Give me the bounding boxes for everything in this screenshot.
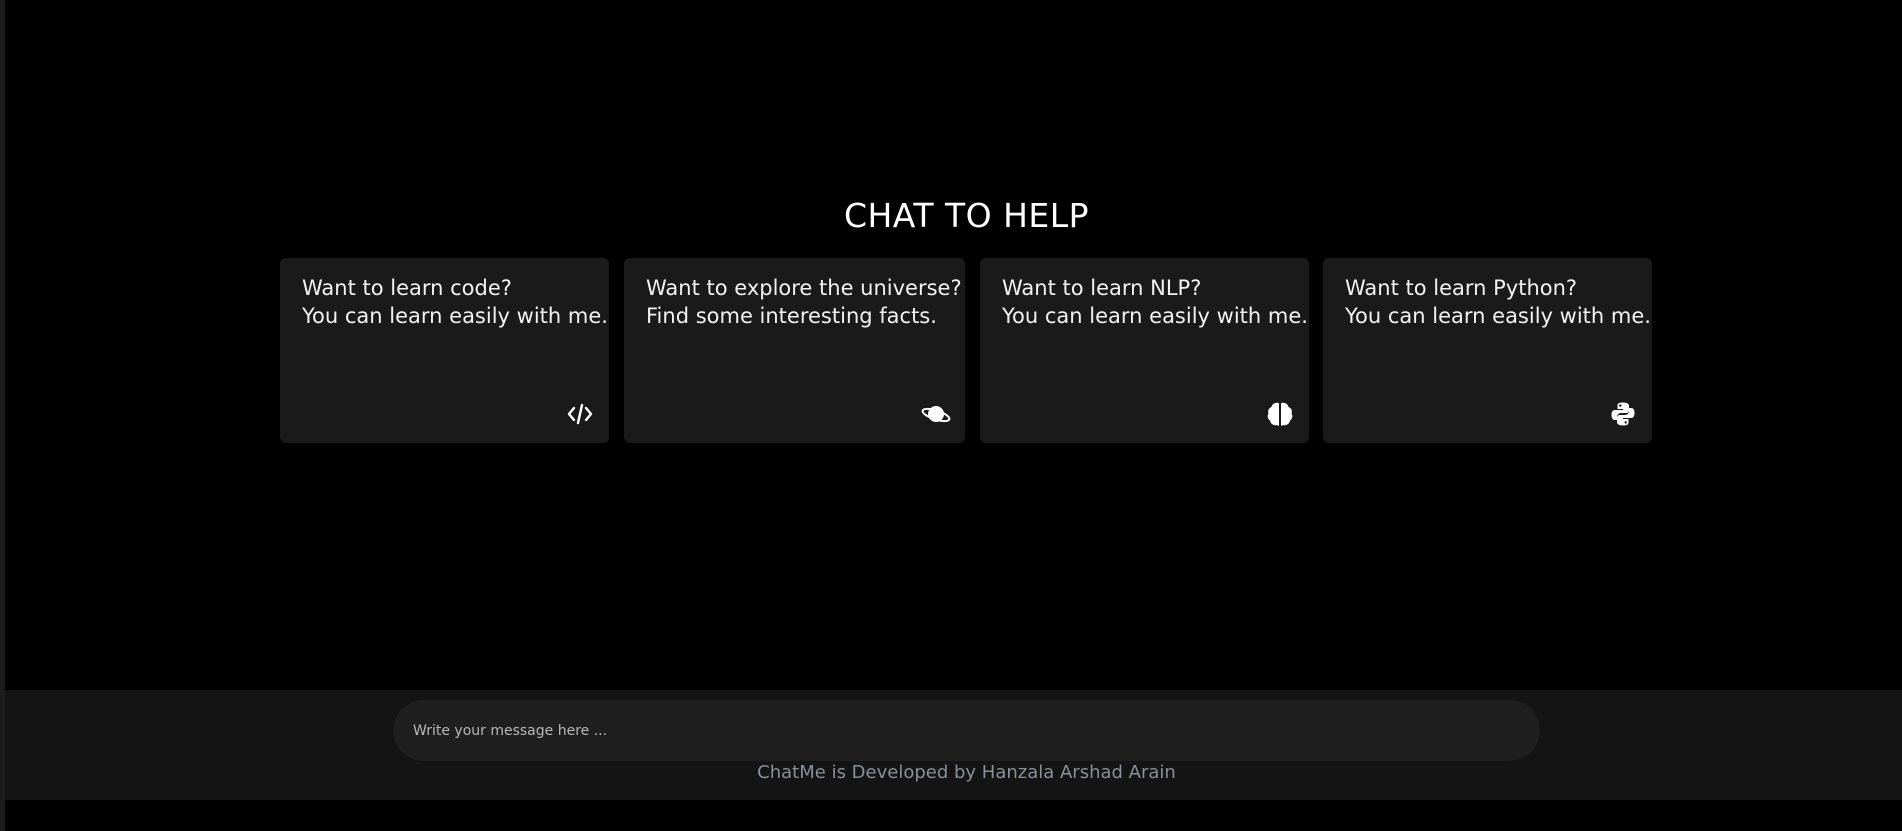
card-subtitle: You can learn easily with me. xyxy=(1002,304,1308,328)
card-question: Want to explore the universe? xyxy=(646,276,962,300)
suggestion-card-python[interactable]: Want to learn Python? You can learn easi… xyxy=(1323,258,1652,443)
main-area: CHAT TO HELP Want to learn code? You can… xyxy=(5,0,1902,690)
planet-icon xyxy=(921,400,951,428)
card-question: Want to learn Python? xyxy=(1345,276,1578,300)
app-root: CHAT TO HELP Want to learn code? You can… xyxy=(0,0,1902,831)
card-subtitle: You can learn easily with me. xyxy=(1345,304,1651,328)
suggestion-cards: Want to learn code? You can learn easily… xyxy=(5,258,1902,443)
brain-icon xyxy=(1265,400,1295,428)
footer-bar: ChatMe is Developed by Hanzala Arshad Ar… xyxy=(5,690,1902,800)
developer-credit: ChatMe is Developed by Hanzala Arshad Ar… xyxy=(757,762,1176,783)
python-icon xyxy=(1608,400,1638,428)
card-question: Want to learn code? xyxy=(302,276,512,300)
suggestion-card-nlp[interactable]: Want to learn NLP? You can learn easily … xyxy=(980,258,1309,443)
card-subtitle: Find some interesting facts. xyxy=(646,304,937,328)
page-title: CHAT TO HELP xyxy=(843,196,1090,235)
card-subtitle: You can learn easily with me. xyxy=(302,304,608,328)
code-icon xyxy=(565,400,595,428)
card-question: Want to learn NLP? xyxy=(1002,276,1202,300)
suggestion-card-universe[interactable]: Want to explore the universe? Find some … xyxy=(624,258,965,443)
message-input-container[interactable] xyxy=(393,700,1540,761)
suggestion-card-code[interactable]: Want to learn code? You can learn easily… xyxy=(280,258,609,443)
message-input[interactable] xyxy=(393,700,1540,761)
